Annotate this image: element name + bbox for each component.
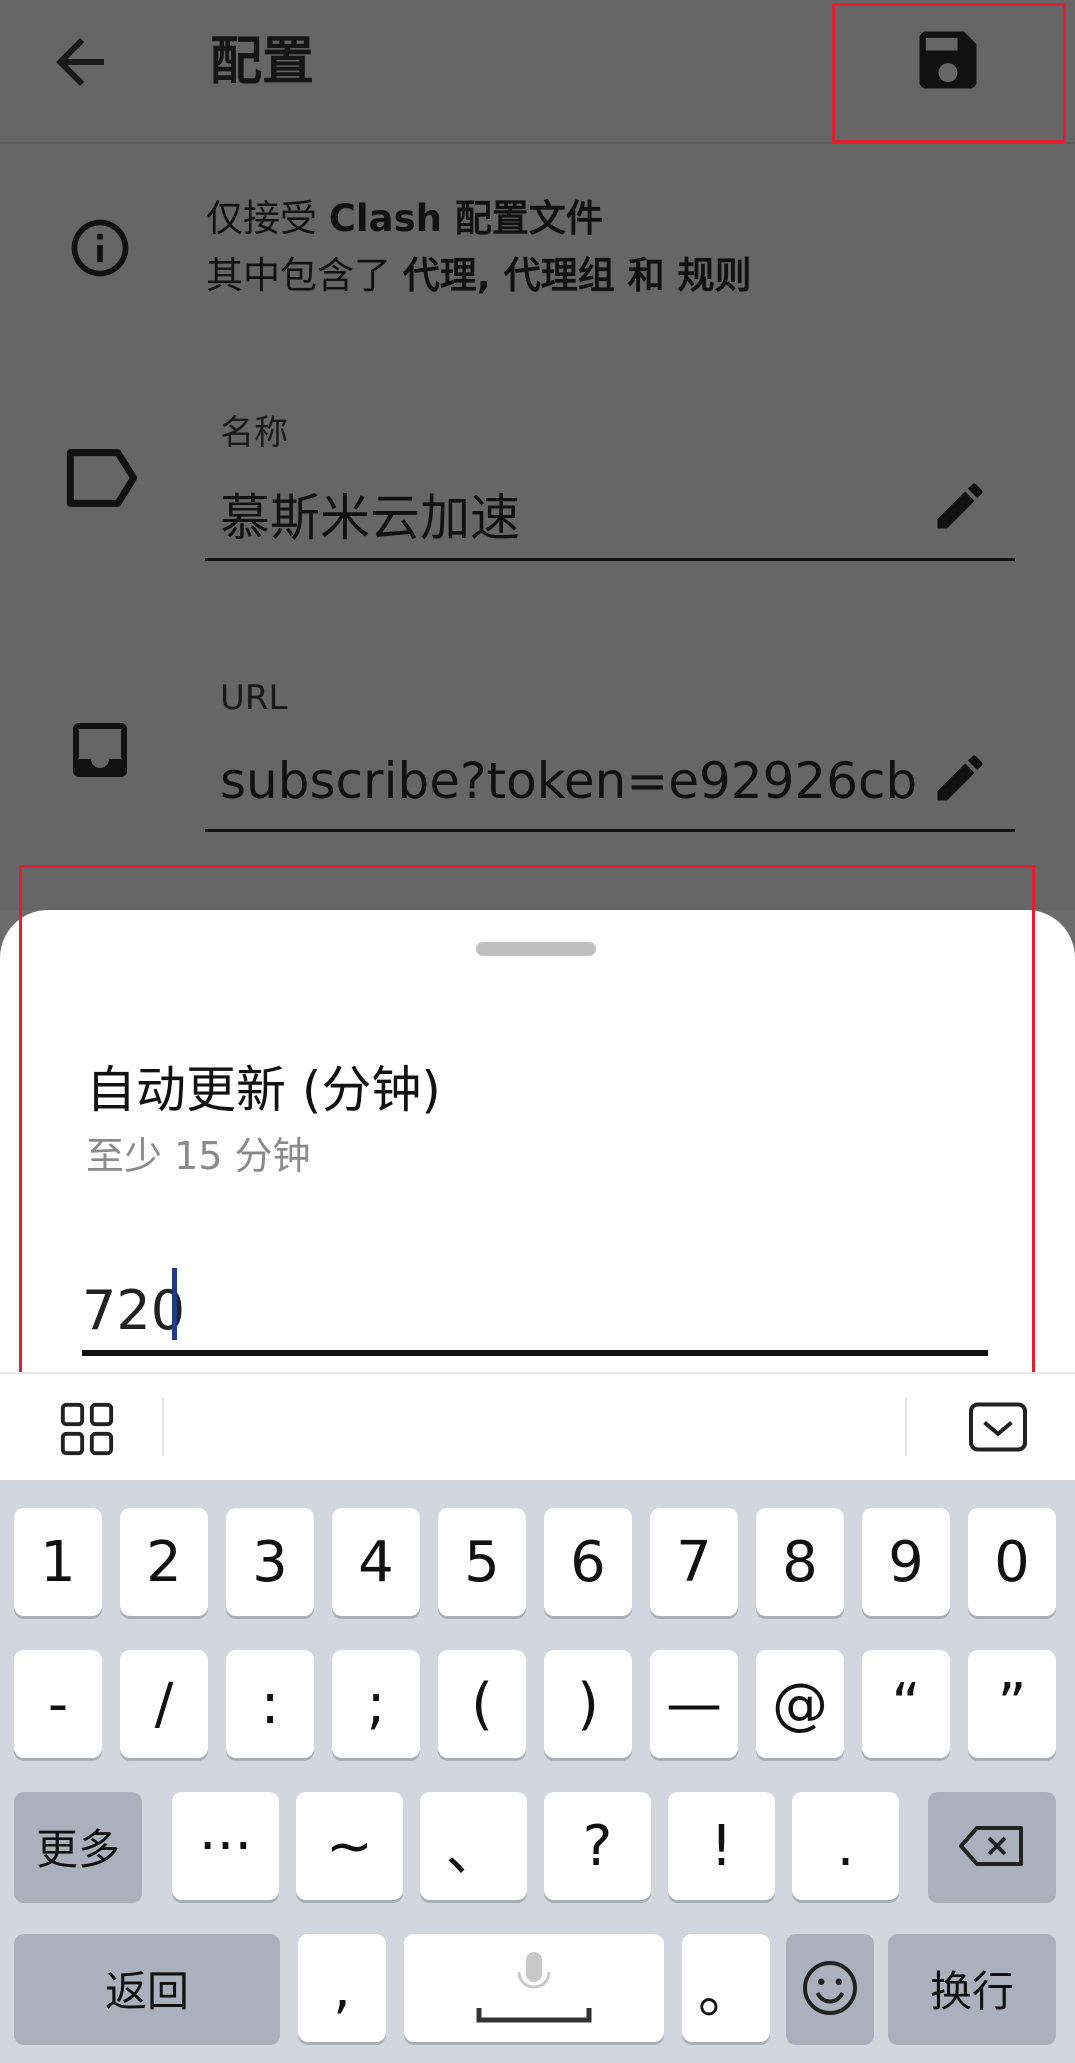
key-exclamation[interactable]: !: [668, 1792, 775, 1900]
inbox-icon: [73, 723, 127, 777]
name-value[interactable]: 慕斯米云加速: [220, 478, 920, 550]
key-ellipsis[interactable]: ···: [172, 1792, 279, 1900]
name-label: 名称: [220, 413, 288, 453]
key-5[interactable]: 5: [438, 1508, 526, 1616]
edit-url-icon[interactable]: [930, 748, 990, 808]
key-6[interactable]: 6: [544, 1508, 632, 1616]
space-key[interactable]: [404, 1934, 664, 2042]
key-tilde[interactable]: ~: [296, 1792, 403, 1900]
backspace-key[interactable]: [928, 1792, 1056, 1900]
page-title: 配置: [210, 32, 315, 92]
url-value[interactable]: subscribe?token=e92926cb…: [220, 752, 920, 810]
key-enumeration-comma[interactable]: 、: [420, 1792, 527, 1900]
key-left-paren[interactable]: (: [438, 1650, 526, 1758]
key-1[interactable]: 1: [14, 1508, 102, 1616]
edit-name-icon[interactable]: [930, 476, 990, 536]
key-colon[interactable]: :: [226, 1650, 314, 1758]
key-semicolon[interactable]: ;: [332, 1650, 420, 1758]
toolbar-divider: [162, 1398, 164, 1456]
toolbar-divider: [905, 1398, 907, 1456]
key-question[interactable]: ?: [544, 1792, 651, 1900]
key-9[interactable]: 9: [862, 1508, 950, 1616]
key-3[interactable]: 3: [226, 1508, 314, 1616]
highlight-box-sheet: [19, 865, 1035, 1420]
key-full-stop[interactable]: 。: [682, 1934, 770, 2042]
key-7[interactable]: 7: [650, 1508, 738, 1616]
hide-keyboard-icon[interactable]: [966, 1400, 1030, 1454]
key-close-quote[interactable]: ”: [968, 1650, 1056, 1758]
key-period[interactable]: .: [792, 1792, 899, 1900]
key-enter[interactable]: 换行: [888, 1934, 1056, 2042]
key-0[interactable]: 0: [968, 1508, 1056, 1616]
backspace-icon: [959, 1826, 1023, 1866]
emoji-key[interactable]: [786, 1934, 874, 2042]
back-arrow-icon[interactable]: [44, 26, 116, 98]
key-2[interactable]: 2: [120, 1508, 208, 1616]
grid-menu-icon[interactable]: [58, 1400, 116, 1458]
highlight-box-save: [832, 3, 1066, 143]
info-text: 仅接受 Clash 配置文件 其中包含了 代理, 代理组 和 规则: [206, 197, 752, 297]
microphone-icon: [476, 1952, 592, 2023]
key-4[interactable]: 4: [332, 1508, 420, 1616]
key-right-paren[interactable]: ): [544, 1650, 632, 1758]
key-back[interactable]: 返回: [14, 1934, 280, 2042]
name-underline: [205, 558, 1015, 561]
key-hyphen[interactable]: -: [14, 1650, 102, 1758]
key-dash[interactable]: —: [650, 1650, 738, 1758]
key-slash[interactable]: /: [120, 1650, 208, 1758]
key-comma[interactable]: ,: [298, 1934, 386, 2042]
key-more[interactable]: 更多: [14, 1792, 142, 1900]
url-underline: [205, 829, 1015, 832]
key-open-quote[interactable]: “: [862, 1650, 950, 1758]
label-tag-icon: [66, 449, 138, 507]
key-at[interactable]: @: [756, 1650, 844, 1758]
info-icon: [71, 219, 129, 277]
key-8[interactable]: 8: [756, 1508, 844, 1616]
emoji-icon: [803, 1961, 857, 2015]
url-label: URL: [220, 678, 288, 718]
